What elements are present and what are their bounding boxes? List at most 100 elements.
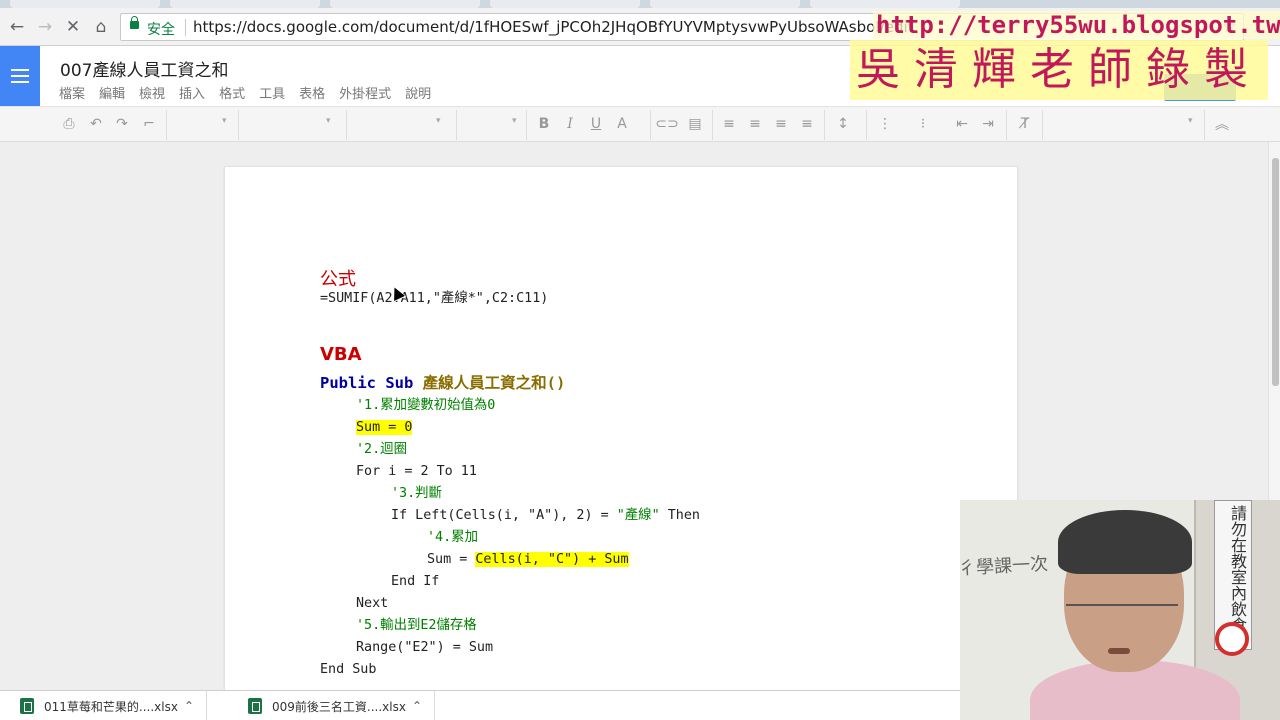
code-line-range: Range("E2") = Sum bbox=[356, 640, 494, 655]
align-center-icon[interactable]: ≡ bbox=[746, 115, 764, 133]
download-item[interactable]: 011草莓和芒果的....xlsx ⌃ bbox=[0, 691, 208, 720]
code-line-sum-init: Sum = 0 bbox=[356, 419, 413, 437]
forward-button[interactable]: → bbox=[34, 16, 56, 38]
comment-icon[interactable]: ▤ bbox=[686, 115, 704, 133]
excel-file-icon bbox=[20, 698, 34, 714]
stop-button[interactable]: ✕ bbox=[62, 16, 84, 38]
input-tools-chevron-icon[interactable]: ▾ bbox=[1188, 116, 1193, 126]
align-right-icon[interactable]: ≡ bbox=[772, 115, 790, 133]
download-filename[interactable]: 009前後三名工資....xlsx bbox=[272, 698, 408, 715]
line-spacing-icon[interactable]: ↕ bbox=[834, 115, 852, 133]
menu-file[interactable]: 檔案 bbox=[59, 83, 85, 102]
app-window: ← → ✕ ⌂ 安全 https://docs.google.com/docum… bbox=[0, 0, 1280, 720]
menu-insert[interactable]: 插入 bbox=[179, 83, 205, 102]
code-comment-3: '3.判斷 bbox=[391, 486, 442, 501]
bulleted-list-icon[interactable]: ⁝ bbox=[914, 115, 932, 133]
menu-view[interactable]: 檢視 bbox=[139, 83, 165, 102]
text-color-icon[interactable]: A bbox=[613, 115, 631, 133]
toolbar-divider bbox=[1204, 110, 1205, 140]
print-icon[interactable]: ⎙ bbox=[60, 115, 78, 133]
chevron-up-icon[interactable]: ⌃ bbox=[412, 699, 422, 713]
omnibox-divider bbox=[185, 19, 186, 36]
collapse-chevron-up-icon[interactable]: ︽ bbox=[1213, 115, 1231, 133]
browser-tab[interactable] bbox=[490, 0, 640, 8]
document-title[interactable]: 007產線人員工資之和 bbox=[60, 56, 228, 81]
browser-tab[interactable] bbox=[170, 0, 320, 8]
redo-icon[interactable]: ↷ bbox=[113, 115, 131, 133]
code-if-part-1: If Left(Cells(i, "A"), 2) = bbox=[391, 508, 617, 523]
menu-edit[interactable]: 編輯 bbox=[99, 83, 125, 102]
undo-icon[interactable]: ↶ bbox=[87, 115, 105, 133]
sub-keyword: Public Sub bbox=[320, 374, 414, 392]
browser-tab[interactable] bbox=[10, 0, 160, 8]
sub-declaration: Public Sub 產線人員工資之和() bbox=[320, 371, 565, 393]
italic-icon[interactable]: I bbox=[561, 115, 579, 133]
url-text[interactable]: https://docs.google.com/document/d/1fHOE… bbox=[193, 18, 914, 36]
formula-line: =SUMIF(A2:A11,"產線*",C2:C11) bbox=[320, 291, 549, 306]
formatting-toolbar: ⎙ ↶ ↷ ⌐ ▾ ▾ ▾ ▾ B I U A ⊂⊃ ▤ ≡ ≡ ≡ ≡ ↕ ⋮… bbox=[0, 106, 1280, 142]
bold-icon[interactable]: B bbox=[535, 115, 553, 133]
menu-addons[interactable]: 外掛程式 bbox=[339, 83, 391, 102]
code-line-end-sub: End Sub bbox=[320, 662, 377, 677]
align-justify-icon[interactable]: ≡ bbox=[798, 115, 816, 133]
decrease-indent-icon[interactable]: ⇤ bbox=[953, 115, 971, 133]
toolbar-divider bbox=[238, 110, 239, 140]
menu-format[interactable]: 格式 bbox=[219, 83, 245, 102]
presenter-mouth bbox=[1108, 648, 1130, 654]
font-dropdown-chevron-icon[interactable]: ▾ bbox=[436, 116, 441, 126]
tab-strip bbox=[0, 0, 1280, 8]
browser-tab[interactable] bbox=[810, 0, 960, 8]
back-button[interactable]: ← bbox=[6, 16, 28, 38]
code-if-then: Then bbox=[659, 508, 700, 523]
browser-tab[interactable] bbox=[330, 0, 480, 8]
secure-label: 安全 bbox=[147, 22, 175, 38]
increase-indent-icon[interactable]: ⇥ bbox=[979, 115, 997, 133]
clear-formatting-icon[interactable]: T̸ bbox=[1016, 115, 1034, 133]
download-item[interactable]: 009前後三名工資....xlsx ⌃ bbox=[228, 691, 436, 720]
webcam-overlay: 彳學課一次 請勿在教室內飲食 bbox=[960, 500, 1280, 720]
toolbar-divider bbox=[650, 110, 651, 140]
sub-name: 產線人員工資之和() bbox=[422, 374, 566, 392]
toolbar-divider bbox=[166, 110, 167, 140]
font-size-dropdown-chevron-icon[interactable]: ▾ bbox=[512, 116, 517, 126]
code-comment-1: '1.累加變數初始值為0 bbox=[356, 398, 496, 413]
toolbar-divider bbox=[1042, 110, 1043, 140]
menu-help[interactable]: 說明 bbox=[405, 83, 431, 102]
link-icon[interactable]: ⊂⊃ bbox=[655, 115, 678, 133]
toolbar-divider bbox=[1006, 110, 1007, 140]
download-filename[interactable]: 011草莓和芒果的....xlsx bbox=[44, 698, 180, 715]
paint-format-icon[interactable]: ⌐ bbox=[140, 115, 158, 133]
code-line-end-if: End If bbox=[391, 574, 440, 589]
menu-tools[interactable]: 工具 bbox=[259, 83, 285, 102]
code-line-accumulate: Sum = Cells(i, "C") + Sum bbox=[427, 551, 629, 569]
watermark-author: 吳清輝老師錄製 bbox=[850, 40, 1268, 100]
code-line-if: If Left(Cells(i, "A"), 2) = "產線" Then bbox=[391, 507, 700, 525]
menu-table[interactable]: 表格 bbox=[299, 83, 325, 102]
code-comment-5: '5.輸出到E2儲存格 bbox=[356, 618, 477, 633]
document-page[interactable]: 公式 =SUMIF(A2:A11,"產線*",C2:C11) VBA Publi… bbox=[224, 166, 1018, 706]
code-accumulate-part-1: Sum = bbox=[427, 552, 476, 567]
menu-bar: 檔案 編輯 檢視 插入 格式 工具 表格 外掛程式 說明 bbox=[59, 83, 445, 102]
zoom-dropdown-chevron-icon[interactable]: ▾ bbox=[222, 116, 227, 126]
browser-tab[interactable] bbox=[650, 0, 800, 8]
formula-heading: 公式 bbox=[320, 269, 356, 290]
numbered-list-icon[interactable]: ⋮ bbox=[876, 115, 894, 133]
style-dropdown-chevron-icon[interactable]: ▾ bbox=[326, 116, 331, 126]
presenter-hair bbox=[1058, 510, 1192, 574]
toolbar-divider bbox=[824, 110, 825, 140]
docs-home-icon[interactable] bbox=[0, 46, 40, 106]
whiteboard-text: 彳學課一次 bbox=[960, 553, 1049, 580]
no-food-icon bbox=[1215, 622, 1249, 656]
home-button[interactable]: ⌂ bbox=[90, 16, 112, 38]
lock-icon bbox=[130, 16, 139, 29]
scrollbar-thumb[interactable] bbox=[1272, 158, 1279, 386]
presenter-glasses bbox=[1066, 604, 1178, 624]
underline-icon[interactable]: U bbox=[587, 115, 605, 133]
watermark-url: http://terry55wu.blogspot.tw bbox=[873, 11, 1280, 39]
code-line-for: For i = 2 To 11 bbox=[356, 464, 477, 479]
highlight-accumulate: Cells(i, "C") + Sum bbox=[475, 552, 629, 567]
code-comment-2: '2.迴圈 bbox=[356, 442, 407, 457]
sign-text: 請勿在教室內飲食 bbox=[1228, 505, 1247, 633]
chevron-up-icon[interactable]: ⌃ bbox=[184, 699, 194, 713]
align-left-icon[interactable]: ≡ bbox=[720, 115, 738, 133]
